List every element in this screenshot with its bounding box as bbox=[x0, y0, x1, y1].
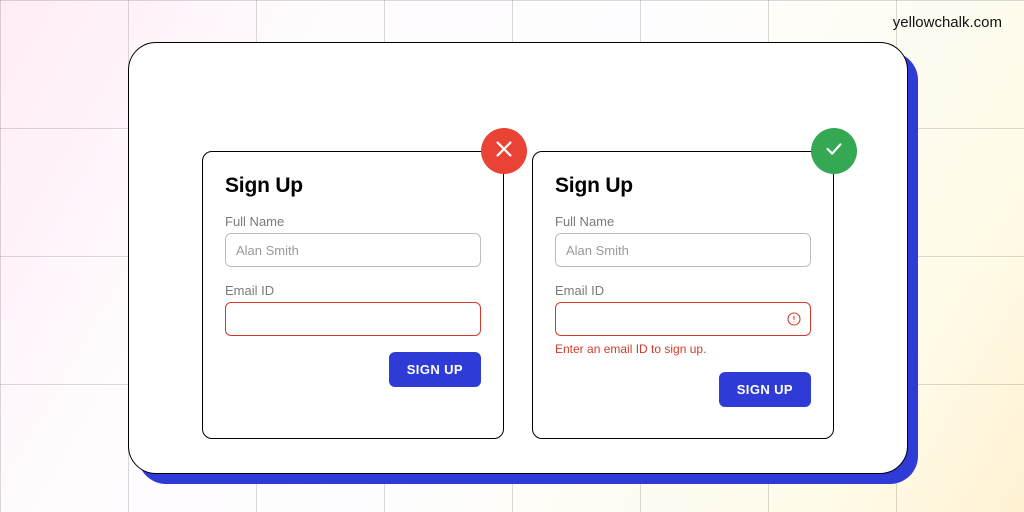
email-group: Email ID Enter an email ID to sign up. bbox=[555, 283, 811, 356]
email-input[interactable] bbox=[555, 302, 811, 336]
signup-card-bad: Sign Up Full Name Alan Smith Email ID SI… bbox=[202, 151, 504, 439]
email-group: Email ID bbox=[225, 283, 481, 336]
full-name-group: Full Name Alan Smith bbox=[555, 214, 811, 267]
email-label: Email ID bbox=[555, 283, 811, 298]
full-name-placeholder: Alan Smith bbox=[236, 243, 299, 258]
alert-icon bbox=[786, 311, 802, 327]
full-name-input[interactable]: Alan Smith bbox=[555, 233, 811, 267]
email-input[interactable] bbox=[225, 302, 481, 336]
button-row: SIGN UP bbox=[225, 352, 481, 387]
comparison-panel: Sign Up Full Name Alan Smith Email ID SI… bbox=[128, 42, 908, 474]
button-row: SIGN UP bbox=[555, 372, 811, 407]
full-name-label: Full Name bbox=[555, 214, 811, 229]
stage: yellowchalk.com Sign Up Full Name Alan S… bbox=[0, 0, 1024, 512]
watermark-text: yellowchalk.com bbox=[893, 14, 1002, 31]
signup-card-good: Sign Up Full Name Alan Smith Email ID En… bbox=[532, 151, 834, 439]
full-name-label: Full Name bbox=[225, 214, 481, 229]
card-title: Sign Up bbox=[555, 174, 811, 198]
signup-button[interactable]: SIGN UP bbox=[389, 352, 481, 387]
email-label: Email ID bbox=[225, 283, 481, 298]
full-name-group: Full Name Alan Smith bbox=[225, 214, 481, 267]
close-icon bbox=[493, 138, 515, 165]
card-title: Sign Up bbox=[225, 174, 481, 198]
bad-badge bbox=[481, 128, 527, 174]
email-error-message: Enter an email ID to sign up. bbox=[555, 342, 811, 356]
full-name-input[interactable]: Alan Smith bbox=[225, 233, 481, 267]
good-badge bbox=[811, 128, 857, 174]
check-icon bbox=[823, 138, 845, 165]
signup-button[interactable]: SIGN UP bbox=[719, 372, 811, 407]
full-name-placeholder: Alan Smith bbox=[566, 243, 629, 258]
